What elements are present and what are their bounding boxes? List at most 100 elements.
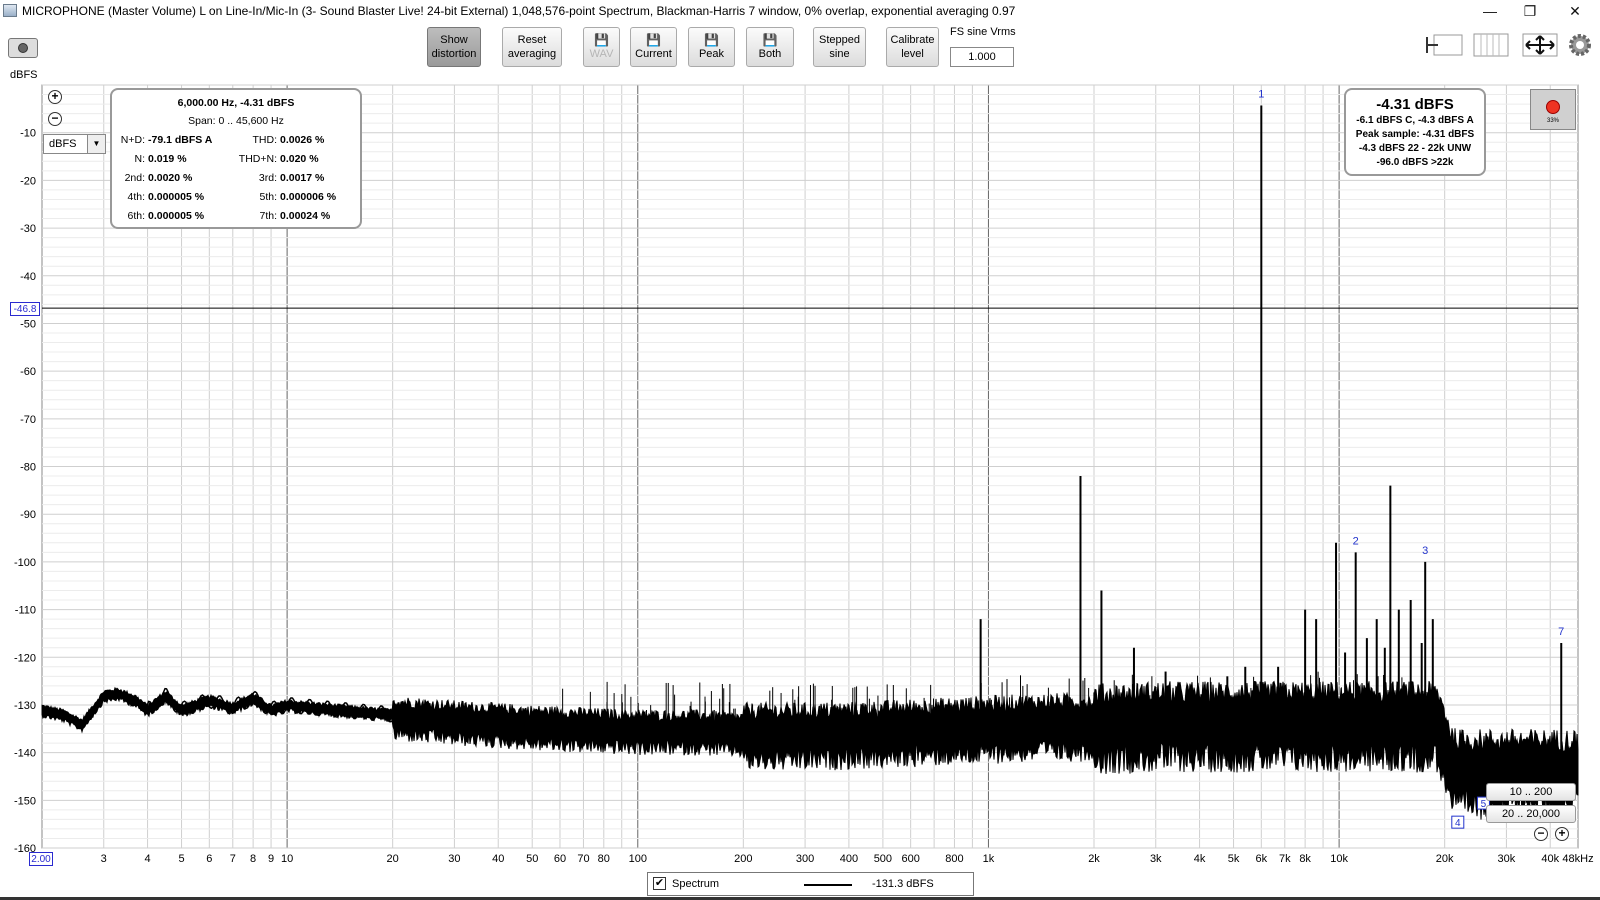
level-line: -96.0 dBFS >22k <box>1376 157 1454 168</box>
x-tick-label: 6k <box>1256 853 1268 865</box>
window-title: MICROPHONE (Master Volume) L on Line-In/… <box>22 4 1016 18</box>
move-arrows-icon[interactable] <box>1522 33 1558 57</box>
x-tick-label: 1k <box>983 853 995 865</box>
restore-button[interactable]: ❐ <box>1510 0 1550 22</box>
x-start-field[interactable]: 2.00 <box>29 852 53 866</box>
x-tick-label: 500 <box>874 853 892 865</box>
current-button[interactable]: 💾 Current <box>630 27 677 67</box>
x-tick-label: 20 <box>387 853 399 865</box>
save-icon: 💾 <box>704 32 719 47</box>
x-tick-label: 40k <box>1541 853 1559 865</box>
x-tick-label: 5k <box>1228 853 1240 865</box>
save-icon: 💾 <box>646 32 661 47</box>
x-tick-label: 6 <box>206 853 212 865</box>
legend-series-name: Spectrum <box>672 878 720 890</box>
level-line: -6.1 dBFS C, -4.3 dBFS A <box>1356 115 1474 126</box>
legend-value: -131.3 dBFS <box>872 878 934 890</box>
distortion-row: N: 0.019 % THD+N: 0.020 % <box>134 153 319 165</box>
distortion-row: 2nd: 0.0020 % 3rd: 0.0017 % <box>124 172 325 184</box>
x-tick-label: 80 <box>598 853 610 865</box>
distortion-row: 4th: 0.000005 % 5th: 0.000006 % <box>127 191 337 203</box>
level-line: -4.3 dBFS 22 - 22k UNW <box>1358 143 1472 154</box>
legend-line-sample <box>804 884 852 886</box>
distortion-span: Span: 0 .. 45,600 Hz <box>188 115 284 127</box>
y-tick-label: -70 <box>20 414 36 426</box>
y-tick-label: -100 <box>14 557 36 569</box>
distortion-row: N+D: -79.1 dBFS A THD: 0.0026 % <box>120 134 325 146</box>
y-tick-label: -10 <box>20 128 36 140</box>
zoom-out-icon[interactable]: − <box>48 112 62 126</box>
x-tick-label: 9 <box>268 853 274 865</box>
x-tick-label: 8 <box>250 853 256 865</box>
save-icon: 💾 <box>762 32 778 47</box>
x-tick-label: 600 <box>901 853 919 865</box>
range-20-20000-button[interactable]: 20 .. 20,000 <box>1486 805 1576 823</box>
harmonic-marker: 4 <box>1455 818 1461 829</box>
both-button[interactable]: 💾 Both <box>746 27 794 67</box>
toolbar: Show distortion Reset averaging 💾 WAV 💾 … <box>0 22 1600 72</box>
camera-icon[interactable] <box>8 38 38 58</box>
x-tick-label: 20k <box>1436 853 1454 865</box>
legend: ✔ Spectrum -131.3 dBFS <box>647 872 974 896</box>
main-level: -4.31 dBFS <box>1376 96 1454 113</box>
y-tick-label: -110 <box>15 605 36 617</box>
y-tick-label: -60 <box>20 366 36 378</box>
gear-icon[interactable] <box>1567 33 1593 57</box>
minimize-button[interactable]: — <box>1470 0 1510 22</box>
distortion-row: 6th: 0.000005 % 7th: 0.00024 % <box>127 210 331 222</box>
y-tick-label: -50 <box>20 318 36 330</box>
chevron-down-icon: ▼ <box>87 135 105 153</box>
reset-averaging-button[interactable]: Reset averaging <box>502 27 562 67</box>
layout-icon[interactable] <box>1425 33 1465 57</box>
show-distortion-button[interactable]: Show distortion <box>427 27 481 67</box>
y-tick-label: -40 <box>20 271 36 283</box>
y-tick-label: -130 <box>14 700 36 712</box>
zoom-out-x-icon[interactable]: − <box>1534 827 1548 841</box>
x-tick-label: 4 <box>144 853 150 865</box>
x-tick-label: 60 <box>554 853 566 865</box>
x-tick-label: 10 <box>281 853 293 865</box>
x-tick-label: 7k <box>1279 853 1291 865</box>
x-tick-label: 50 <box>526 853 538 865</box>
x-tick-label: 200 <box>734 853 752 865</box>
distortion-panel: 6,000.00 Hz, -4.31 dBFS Span: 0 .. 45,60… <box>110 88 362 229</box>
harmonic-marker: 7 <box>1558 626 1564 638</box>
y-tick-label: -90 <box>20 509 36 521</box>
zoom-in-icon[interactable]: + <box>48 90 62 104</box>
save-icon: 💾 <box>594 32 609 47</box>
wav-button[interactable]: 💾 WAV <box>583 27 620 67</box>
app-icon <box>3 4 17 17</box>
columns-icon[interactable] <box>1473 33 1509 57</box>
y-tick-label: -20 <box>20 175 36 187</box>
harmonic-marker: 1 <box>1258 89 1264 101</box>
harmonic-marker: 3 <box>1422 545 1428 557</box>
x-tick-label: 400 <box>840 853 858 865</box>
cursor-readout[interactable]: -46.8 <box>10 302 40 316</box>
stepped-sine-button[interactable]: Stepped sine <box>813 27 866 67</box>
x-tick-label: 3k <box>1150 853 1162 865</box>
y-axis-unit: dBFS <box>10 69 38 81</box>
x-tick-label: 7 <box>230 853 236 865</box>
spectrum-checkbox[interactable]: ✔ <box>653 877 666 890</box>
zoom-in-x-icon[interactable]: + <box>1555 827 1569 841</box>
x-tick-label: 800 <box>945 853 963 865</box>
peak-button[interactable]: 💾 Peak <box>688 27 735 67</box>
y-tick-label: -120 <box>14 652 36 664</box>
x-tick-label: 300 <box>796 853 814 865</box>
x-tick-label: 4k <box>1194 853 1206 865</box>
record-button[interactable]: 33% <box>1530 89 1576 130</box>
title-bar: MICROPHONE (Master Volume) L on Line-In/… <box>0 0 1600 22</box>
x-tick-label: 10k <box>1330 853 1348 865</box>
x-tick-label: 5 <box>178 853 184 865</box>
x-tick-label: 30k <box>1498 853 1516 865</box>
unit-select[interactable]: dBFS ▼ <box>43 134 106 154</box>
x-tick-label: 100 <box>629 853 647 865</box>
levels-panel: -4.31 dBFS -6.1 dBFS C, -4.3 dBFS A Peak… <box>1344 88 1486 176</box>
range-10-200-button[interactable]: 10 .. 200 <box>1486 783 1576 801</box>
close-button[interactable]: ✕ <box>1555 0 1595 22</box>
record-percent: 33% <box>1546 118 1559 124</box>
x-tick-label: 40 <box>492 853 504 865</box>
calibrate-level-button[interactable]: Calibrate level <box>886 27 939 67</box>
x-tick-label: 3 <box>101 853 107 865</box>
fs-sine-input[interactable]: 1.000 <box>950 47 1014 67</box>
